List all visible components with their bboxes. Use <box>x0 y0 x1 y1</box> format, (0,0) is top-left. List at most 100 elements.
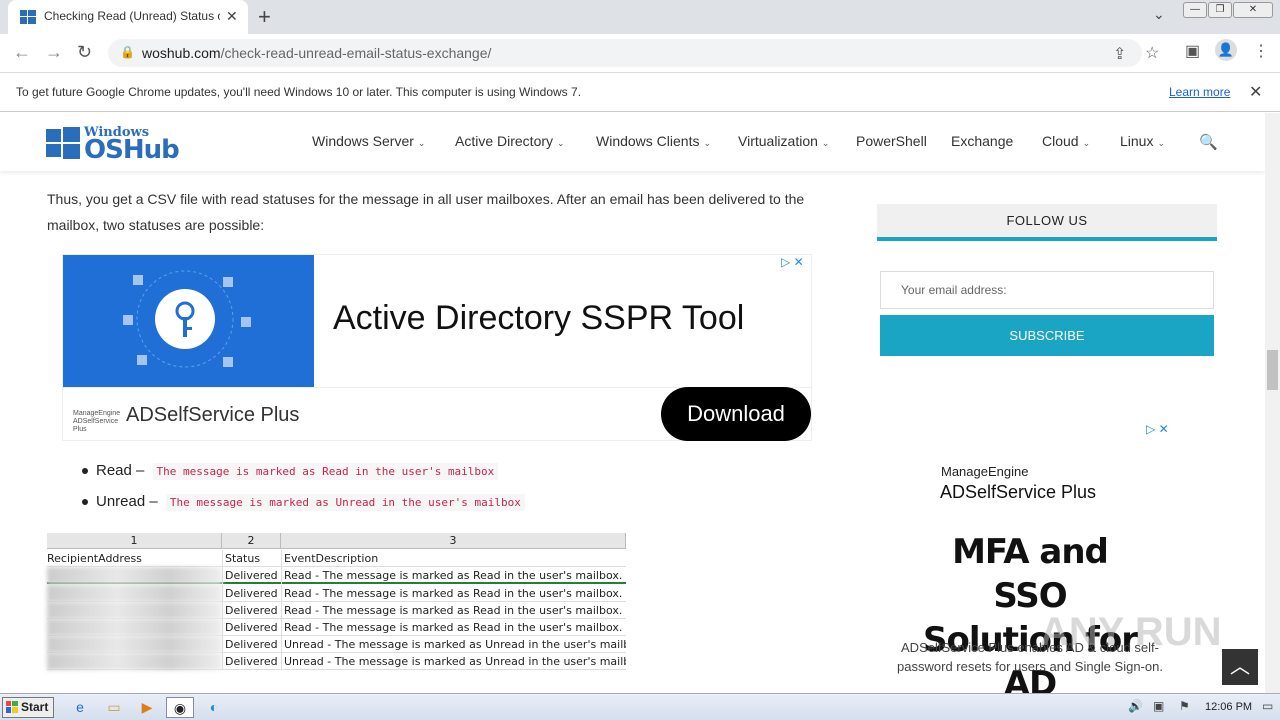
event-cell: Unread - The message is marked as Unread… <box>281 636 626 653</box>
side-panel-icon[interactable]: ▣ <box>1185 41 1200 61</box>
site-header: Windows OSHub Windows Server ⌄ Active Dir… <box>0 113 1265 171</box>
nav-virtualization[interactable]: Virtualization ⌄ <box>738 133 829 149</box>
nav-windows-clients[interactable]: Windows Clients ⌄ <box>596 133 711 149</box>
tab-strip: Checking Read (Unread) Status of E ✕ + ⌄… <box>0 0 1280 34</box>
ad-headline: Active Directory SSPR Tool <box>333 299 745 337</box>
blurred-address <box>47 585 222 602</box>
csv-screenshot: 1 2 3 RecipientAddress Status EventDescr… <box>47 533 626 670</box>
status-cell: Delivered <box>222 619 281 636</box>
read-status-code: The message is marked as Read in the use… <box>152 463 499 480</box>
search-icon[interactable]: 🔍 <box>1199 133 1218 151</box>
article-paragraph: Thus, you get a CSV file with read statu… <box>47 191 805 233</box>
action-center-flag-icon[interactable]: ⚑ <box>1179 699 1190 713</box>
file-explorer-icon[interactable]: ▭ <box>100 697 128 718</box>
browser-toolbar: ← → ↻ 🔒 woshub.com/check-read-unread-ema… <box>0 34 1280 72</box>
bookmark-star-icon[interactable]: ☆ <box>1145 43 1159 63</box>
restore-button[interactable]: ❐ <box>1208 2 1232 18</box>
nav-cloud[interactable]: Cloud ⌄ <box>1042 133 1090 149</box>
bullet-dot <box>82 499 88 506</box>
status-cell: Delivered <box>222 653 281 670</box>
windows-taskbar: Start e ▭ ▶ ◉ ◐ 🔊 ▣ ⚑ 12:06 PM ▭ <box>0 693 1280 720</box>
windows-flag-icon <box>46 127 80 159</box>
chrome-taskbar-icon[interactable]: ◉ <box>166 697 194 718</box>
learn-more-link[interactable]: Learn more <box>1169 85 1230 99</box>
page-scrollbar[interactable] <box>1265 113 1280 693</box>
ad-choices-icon[interactable]: ▷ ✕ <box>1146 422 1169 436</box>
nav-powershell[interactable]: PowerShell <box>856 133 927 149</box>
close-infobar-icon[interactable]: ✕ <box>1249 82 1262 102</box>
forward-icon[interactable]: → <box>45 42 63 63</box>
infobar-message: To get future Google Chrome updates, you… <box>16 85 582 99</box>
minimize-button[interactable]: — <box>1183 2 1207 18</box>
network-icon[interactable]: ▣ <box>1153 699 1164 713</box>
close-tab-icon[interactable]: ✕ <box>226 8 238 25</box>
col-number-3: 3 <box>281 533 626 549</box>
blurred-address <box>47 602 222 619</box>
download-button[interactable]: Download <box>661 387 811 441</box>
close-window-button[interactable]: ✕ <box>1233 2 1273 18</box>
site-logo[interactable]: Windows OSHub <box>46 125 186 165</box>
internet-explorer-icon[interactable]: e <box>66 697 94 718</box>
media-player-icon[interactable]: ▶ <box>133 697 161 718</box>
status-cell: Delivered <box>222 567 281 584</box>
nav-windows-server[interactable]: Windows Server ⌄ <box>312 133 425 149</box>
unread-status-code: The message is marked as Unread in the u… <box>165 494 525 511</box>
back-icon[interactable]: ← <box>13 42 31 63</box>
event-cell: Read - The message is marked as Read in … <box>281 602 626 619</box>
col-number-2: 2 <box>222 533 281 549</box>
nav-exchange[interactable]: Exchange <box>951 133 1013 149</box>
tab-title: Checking Read (Unread) Status of E <box>44 9 220 23</box>
blurred-address <box>47 567 222 584</box>
show-desktop-icon[interactable]: ▭ <box>1262 699 1273 713</box>
follow-us-heading: FOLLOW US <box>877 204 1217 241</box>
tab-search-chevron-icon[interactable]: ⌄ <box>1153 6 1165 23</box>
table-row: Delivered Read - The message is marked a… <box>47 585 626 602</box>
event-cell: Unread - The message is marked as Unread… <box>281 653 626 670</box>
reload-icon[interactable]: ↻ <box>77 42 92 63</box>
scroll-to-top-button[interactable]: ︿ <box>1222 649 1258 685</box>
bullet-dot <box>82 468 88 475</box>
lock-icon[interactable]: 🔒 <box>120 45 135 59</box>
anyrun-watermark: ANY RUN <box>1040 610 1222 654</box>
kebab-menu-icon[interactable]: ⋮ <box>1253 41 1269 61</box>
logo-oshub-text: OSHub <box>84 135 180 165</box>
volume-icon[interactable]: 🔊 <box>1128 699 1143 713</box>
ad-image <box>63 255 314 387</box>
table-row: Delivered Read - The message is marked a… <box>47 619 626 636</box>
ad-product-name: ADSelfService Plus <box>940 482 1097 502</box>
header-event: EventDescription <box>281 550 626 567</box>
browser-tab[interactable]: Checking Read (Unread) Status of E ✕ <box>8 0 248 34</box>
status-cell: Delivered <box>222 636 281 653</box>
event-cell: Read - The message is marked as Read in … <box>281 585 626 602</box>
table-row: Delivered Unread - The message is marked… <box>47 653 626 670</box>
address-bar[interactable]: 🔒 woshub.com/check-read-unread-email-sta… <box>108 39 1159 67</box>
ad-banner-sspr[interactable]: Active Directory SSPR Tool ▷ ✕ ManageEng… <box>62 254 813 441</box>
table-row: Delivered Read - The message is marked a… <box>47 602 626 619</box>
table-row: Delivered Unread - The message is marked… <box>47 636 626 653</box>
taskbar-clock[interactable]: 12:06 PM <box>1205 701 1252 713</box>
bullet-read: Read – The message is marked as Read in … <box>82 462 499 480</box>
blurred-address <box>47 653 222 670</box>
profile-avatar-icon[interactable]: 👤 <box>1215 39 1237 61</box>
scrollbar-thumb[interactable] <box>1267 350 1278 390</box>
nav-active-directory[interactable]: Active Directory ⌄ <box>455 133 565 149</box>
edge-icon[interactable]: ◐ <box>200 697 228 718</box>
bullet-unread: Unread – The message is marked as Unread… <box>82 493 525 511</box>
subscribe-button[interactable]: SUBSCRIBE <box>880 315 1214 356</box>
start-button[interactable]: Start <box>2 697 54 718</box>
blurred-address <box>47 636 222 653</box>
windows-logo-icon <box>20 10 36 24</box>
ad-brand-small: ManageEngine ADSelfService Plus <box>73 410 121 433</box>
ad-choices-icon[interactable]: ▷ ✕ <box>781 255 804 269</box>
email-field[interactable]: Your email address: <box>880 271 1214 309</box>
header-status: Status <box>222 550 281 567</box>
new-tab-icon[interactable]: + <box>258 4 271 30</box>
blurred-address <box>47 619 222 636</box>
status-cell: Delivered <box>222 585 281 602</box>
start-label: Start <box>21 700 49 714</box>
header-row: RecipientAddress Status EventDescription <box>47 550 626 567</box>
share-icon[interactable]: ⇪ <box>1113 44 1126 64</box>
header-recipient: RecipientAddress <box>47 552 142 565</box>
event-cell: Read - The message is marked as Read in … <box>281 619 626 636</box>
nav-linux[interactable]: Linux ⌄ <box>1120 133 1165 149</box>
